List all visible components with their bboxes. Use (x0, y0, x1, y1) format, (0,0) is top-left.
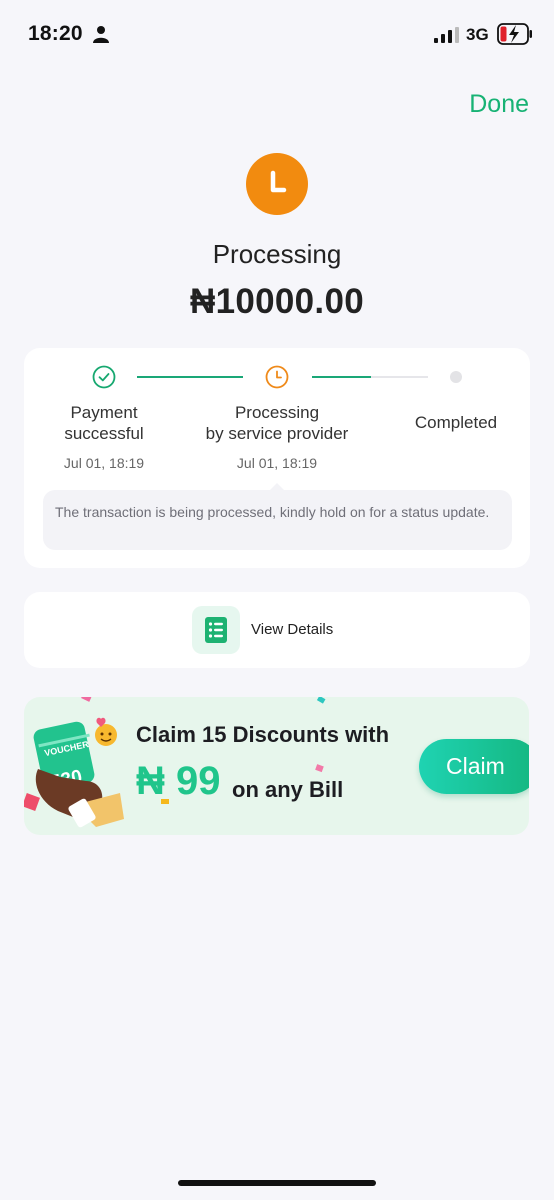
step-2-time: Jul 01, 18:19 (236, 455, 318, 471)
signal-icon (434, 27, 459, 43)
battery-charging-icon (497, 23, 532, 45)
confetti-decoration (316, 697, 326, 704)
transaction-status-screen: 18:20 3G Done Processing ₦10000.00 Payme… (0, 0, 554, 1200)
progress-line-2-remaining (371, 376, 428, 378)
promo-banner[interactable]: VOUCHER 530 Claim 15 Discounts with ₦ 99… (24, 697, 529, 835)
progress-card: Payment successful Jul 01, 18:19 Process… (24, 348, 530, 568)
step-3-label: Completed (414, 413, 498, 432)
info-message: The transaction is being processed, kind… (43, 490, 512, 550)
transaction-amount: ₦10000.00 (190, 282, 364, 321)
step-2-label-line2: by service provider (205, 424, 349, 443)
network-type: 3G (466, 25, 489, 44)
promo-title: Claim 15 Discounts with (136, 722, 390, 747)
status-bar: 18:20 3G (0, 0, 554, 66)
status-time: 18:20 (28, 22, 83, 45)
step-1-label: Payment successful (38, 402, 170, 444)
promo-suffix: on any Bill (232, 777, 344, 802)
confetti-decoration (315, 764, 324, 773)
status-title: Processing (212, 239, 342, 269)
clock-icon (265, 365, 289, 389)
step-1-time: Jul 01, 18:19 (63, 455, 145, 471)
details-icon-container (192, 606, 240, 654)
progress-line-1 (137, 376, 243, 378)
pending-step-dot (450, 371, 462, 383)
promo-price: ₦ 99 (136, 759, 221, 803)
home-indicator (178, 1180, 376, 1186)
progress-line-2-filled (312, 376, 371, 378)
view-details-button[interactable]: View Details (24, 592, 530, 668)
step-2-label: Processing by service provider (187, 402, 367, 444)
step-1-label-line1: Payment (70, 403, 138, 422)
voucher-hand-illustration: VOUCHER 530 (24, 697, 124, 828)
list-document-icon (205, 617, 227, 643)
view-details-label: View Details (251, 621, 334, 638)
person-icon (93, 26, 109, 43)
done-button[interactable]: Done (469, 90, 529, 119)
step-1-label-line2: successful (64, 424, 144, 443)
processing-status-icon (246, 153, 308, 215)
step-2-label-line1: Processing (234, 403, 320, 422)
clock-icon (270, 170, 287, 193)
claim-button[interactable]: Claim (419, 739, 529, 794)
check-circle-icon (92, 365, 116, 389)
